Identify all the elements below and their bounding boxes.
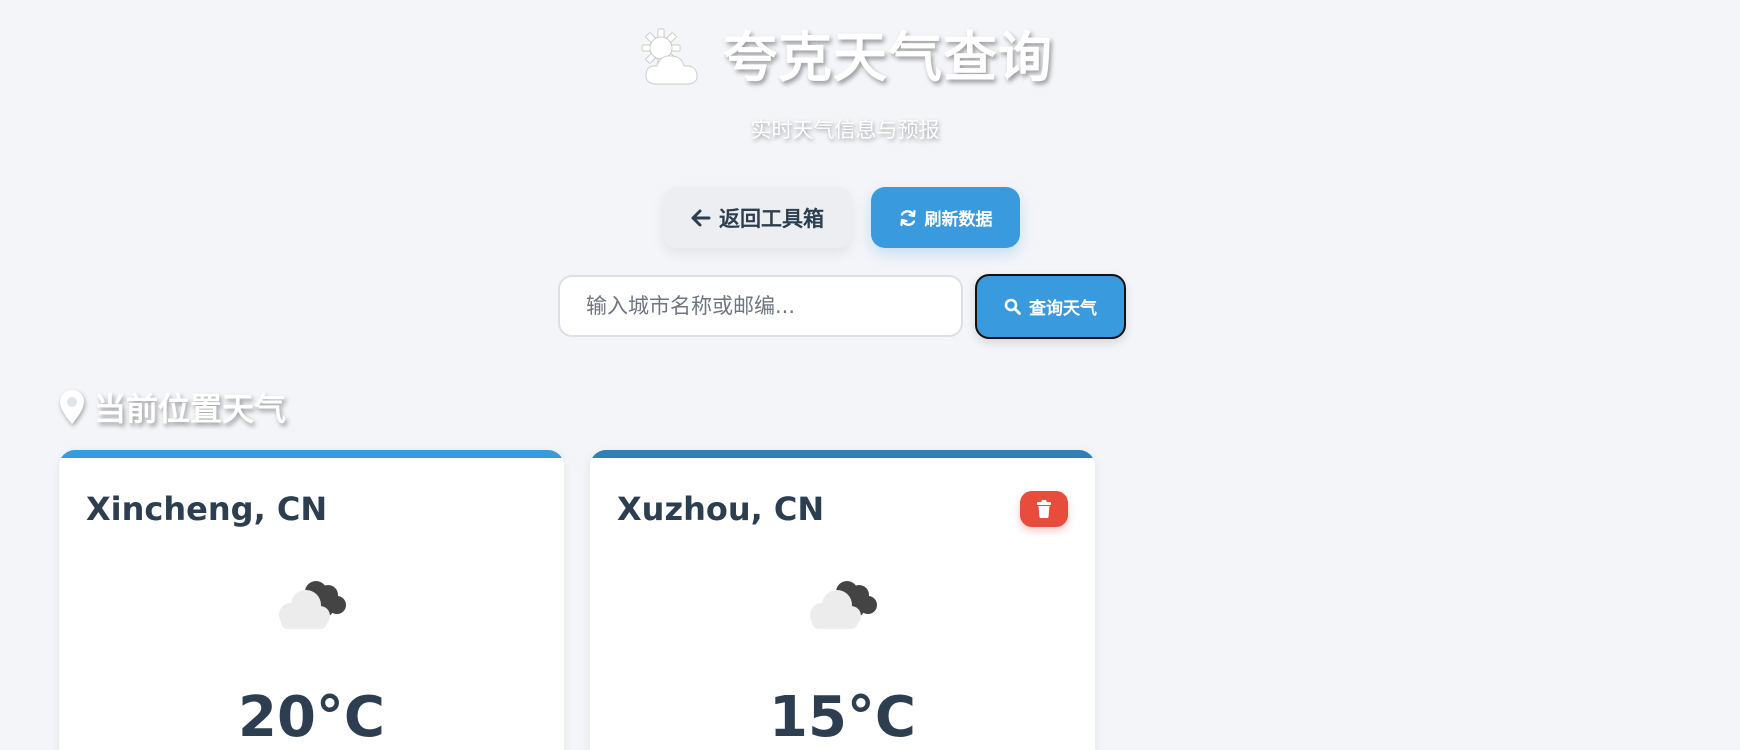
- search-weather-button[interactable]: 查询天气: [975, 274, 1126, 339]
- card-city-name: Xuzhou, CN: [617, 490, 825, 528]
- section-title-label: 当前位置天气: [94, 390, 287, 428]
- title-row: 夸克天气查询: [637, 22, 1053, 94]
- map-pin-icon: [60, 390, 84, 424]
- header: 夸克天气查询: [0, 22, 1690, 94]
- cloudy-icon: [279, 581, 346, 629]
- delete-card-button[interactable]: [1020, 491, 1068, 527]
- current-location-heading: 当前位置天气: [58, 384, 286, 430]
- card-city-name: Xincheng, CN: [86, 490, 328, 528]
- cloudy-icon: [810, 581, 877, 629]
- refresh-data-button[interactable]: 刷新数据: [871, 187, 1020, 248]
- back-to-toolbox-button[interactable]: 返回工具箱: [663, 187, 852, 248]
- sun-behind-cloud-icon: [641, 28, 698, 85]
- search-button-label: 查询天气: [1029, 299, 1097, 319]
- weather-card[interactable]: Xuzhou, CN 15°C: [590, 450, 1095, 750]
- search-icon: [1004, 298, 1021, 315]
- trash-icon: [1037, 500, 1051, 518]
- arrow-left-icon: [691, 209, 711, 226]
- card-temperature: 15°C: [768, 685, 917, 750]
- weather-page: 夸克天气查询 实时天气信息与预报 返回工具箱 刷新数据 查询天气: [0, 0, 1740, 750]
- app-title: 夸克天气查询: [723, 26, 1053, 89]
- refresh-button-label: 刷新数据: [924, 210, 993, 230]
- card-accent-bar: [590, 450, 1095, 458]
- card-temperature: 20°C: [237, 685, 386, 750]
- card-accent-bar: [59, 450, 564, 458]
- city-search-input[interactable]: [558, 275, 963, 337]
- app-subtitle: 实时天气信息与预报: [750, 118, 940, 142]
- back-button-label: 返回工具箱: [719, 206, 824, 231]
- weather-card[interactable]: Xincheng, CN 20°C: [59, 450, 564, 750]
- sync-icon: [899, 209, 916, 226]
